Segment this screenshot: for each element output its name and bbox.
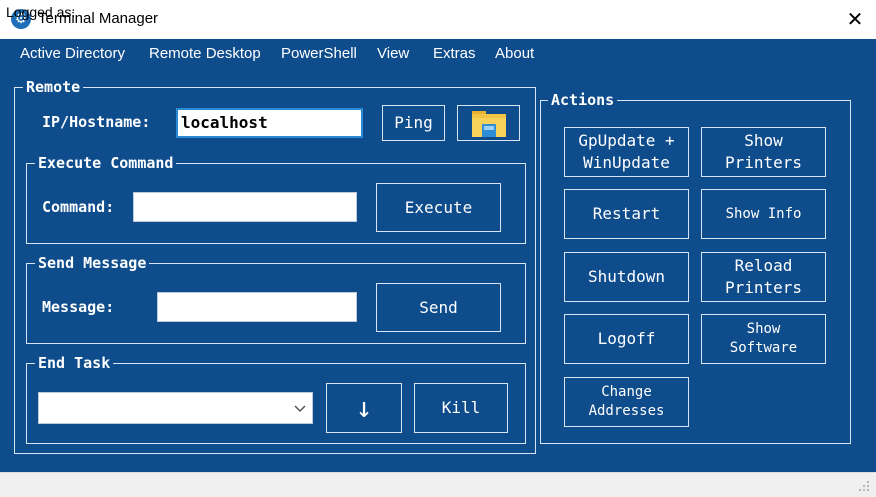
grip-dots-icon xyxy=(859,481,869,491)
send-button[interactable]: Send xyxy=(376,283,501,332)
change-addresses-button[interactable]: Change Addresses xyxy=(564,377,689,427)
kill-button[interactable]: Kill xyxy=(414,383,508,433)
show-printers-button[interactable]: Show Printers xyxy=(701,127,826,177)
shutdown-button[interactable]: Shutdown xyxy=(564,252,689,302)
process-select[interactable] xyxy=(38,392,313,424)
menu-powershell[interactable]: PowerShell xyxy=(281,39,357,68)
menu-view[interactable]: View xyxy=(377,39,409,68)
logged-as-status: Logged as: xyxy=(6,4,76,20)
send-message-legend: Send Message xyxy=(35,253,150,273)
chevron-down-icon xyxy=(294,405,306,413)
close-icon[interactable]: ✕ xyxy=(840,4,870,34)
restart-button[interactable]: Restart xyxy=(564,189,689,239)
menu-bar: Active Directory Remote Desktop PowerShe… xyxy=(0,39,876,68)
status-bar xyxy=(0,472,876,497)
end-task-legend: End Task xyxy=(35,353,114,373)
actions-legend: Actions xyxy=(548,90,618,110)
show-info-button[interactable]: Show Info xyxy=(701,189,826,239)
browse-folder-button[interactable] xyxy=(457,105,520,141)
arrow-down-icon: ↓ xyxy=(355,391,373,424)
resize-grip-icon[interactable] xyxy=(856,478,872,494)
command-label: Command: xyxy=(42,198,115,216)
execute-command-legend: Execute Command xyxy=(35,153,177,173)
menu-extras[interactable]: Extras xyxy=(433,39,476,68)
menu-about[interactable]: About xyxy=(495,39,534,68)
menu-remote-desktop[interactable]: Remote Desktop xyxy=(149,39,261,68)
command-input[interactable] xyxy=(133,192,357,222)
ip-hostname-input[interactable]: localhost xyxy=(176,108,363,138)
remote-legend: Remote xyxy=(23,77,84,97)
menu-active-directory[interactable]: Active Directory xyxy=(20,39,125,68)
show-software-button[interactable]: Show Software xyxy=(701,314,826,364)
ping-button[interactable]: Ping xyxy=(382,105,445,141)
folder-icon xyxy=(471,111,506,137)
message-input[interactable] xyxy=(157,292,357,322)
main-panel: Remote IP/Hostname: localhost Ping Execu… xyxy=(0,68,876,472)
reload-printers-button[interactable]: Reload Printers xyxy=(701,252,826,302)
gpupdate-winupdate-button[interactable]: GpUpdate + WinUpdate xyxy=(564,127,689,177)
message-label: Message: xyxy=(42,298,115,316)
execute-button[interactable]: Execute xyxy=(376,183,501,232)
logoff-button[interactable]: Logoff xyxy=(564,314,689,364)
ip-hostname-label: IP/Hostname: xyxy=(42,113,151,131)
refresh-down-button[interactable]: ↓ xyxy=(326,383,402,433)
